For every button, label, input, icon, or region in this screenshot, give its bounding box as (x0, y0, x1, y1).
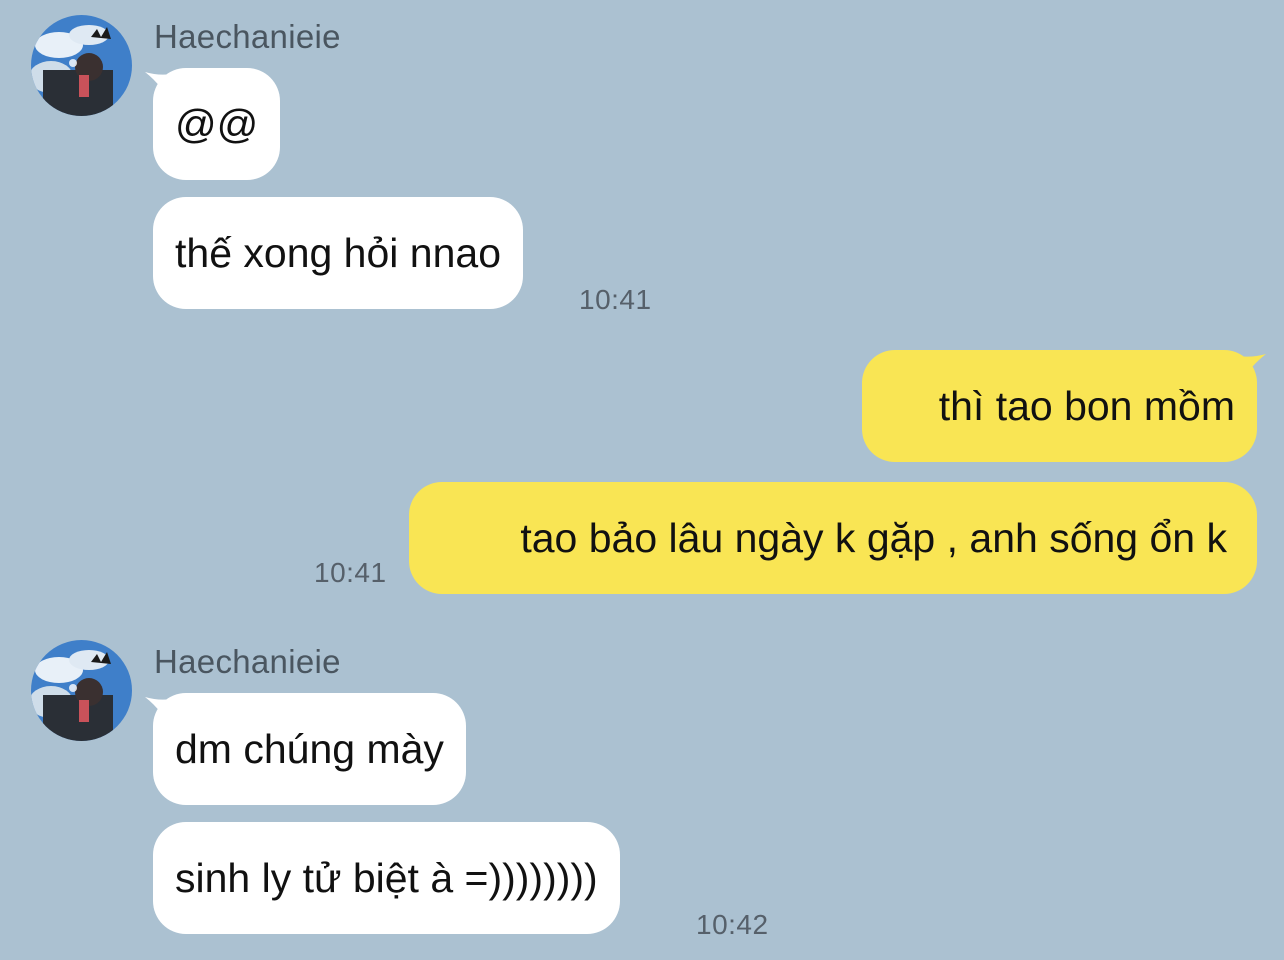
message-bubble[interactable]: dm chúng mày (153, 693, 466, 805)
message-timestamp: 10:42 (696, 909, 769, 940)
message-bubble[interactable]: sinh ly tử biệt à =)))))))) (153, 822, 620, 934)
message-text: tao bảo lâu ngày k gặp , anh sống ổn k (520, 515, 1227, 561)
message-text: thế xong hỏi nnao (175, 230, 501, 276)
message-bubble[interactable]: thế xong hỏi nnao (153, 197, 523, 309)
sender-name: Haechanieie (154, 643, 341, 680)
avatar-image (31, 15, 132, 116)
message-timestamp: 10:41 (314, 557, 387, 588)
message-bubble[interactable]: thì tao bon mồm (862, 350, 1257, 462)
message-text: dm chúng mày (175, 726, 444, 772)
avatar[interactable] (31, 640, 132, 741)
avatar-image (31, 640, 132, 741)
message-bubble[interactable]: @@ (153, 68, 281, 180)
message-bubble[interactable]: tao bảo lâu ngày k gặp , anh sống ổn k (409, 482, 1257, 594)
message-text: @@ (175, 101, 259, 147)
message-text: sinh ly tử biệt à =)))))))) (175, 855, 598, 901)
message-text: thì tao bon mồm (938, 383, 1235, 429)
message-timestamp: 10:41 (579, 284, 652, 315)
avatar[interactable] (31, 15, 132, 116)
sender-name: Haechanieie (154, 18, 341, 55)
